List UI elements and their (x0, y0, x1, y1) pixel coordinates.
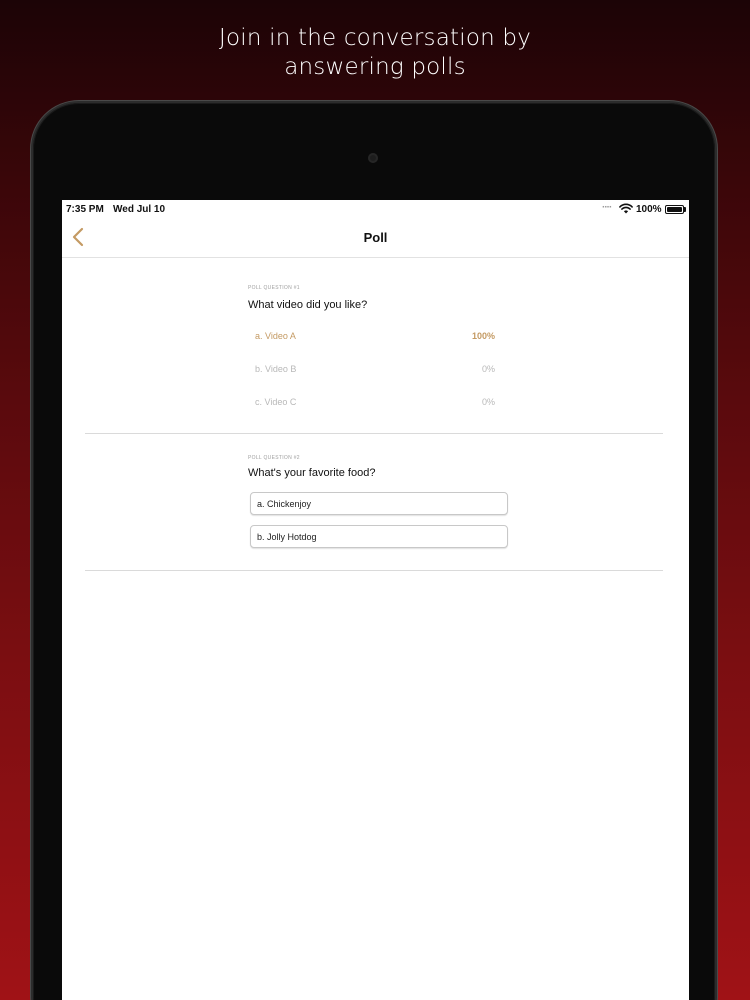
status-time: 7:35 PM (66, 204, 104, 215)
poll-caption: POLL QUESTION #2 (248, 455, 300, 461)
navigation-bar: Poll (62, 218, 689, 258)
battery-icon (665, 205, 684, 214)
camera-icon (368, 153, 378, 163)
poll-option-button[interactable]: b. Jolly Hotdog (250, 525, 508, 548)
poll-result-label: c. Video C (255, 397, 297, 407)
tablet-frame: 7:35 PM Wed Jul 10 ···· 100% Poll POLL Q… (33, 103, 715, 1000)
poll-result-percent: 0% (481, 364, 495, 374)
poll-result-percent: 0% (481, 397, 495, 407)
poll-option-label: b. Jolly Hotdog (257, 532, 317, 542)
poll-card-1: POLL QUESTION #1 What video did you like… (85, 258, 663, 434)
poll-result-percent: 100% (471, 331, 495, 341)
promo-headline-line-2: answering polls (284, 54, 466, 80)
poll-result-row: c. Video C 0% (248, 394, 508, 412)
poll-result-label: a. Video A (255, 331, 296, 341)
poll-result-label: b. Video B (255, 364, 297, 374)
status-date: Wed Jul 10 (113, 204, 166, 215)
status-bar: 7:35 PM Wed Jul 10 ···· 100% (62, 200, 689, 218)
page-title: Poll (363, 230, 388, 245)
poll-result-row: b. Video B 0% (248, 361, 508, 379)
promo-headline: Join in the conversation by answering po… (0, 24, 750, 82)
app-screen: 7:35 PM Wed Jul 10 ···· 100% Poll POLL Q… (62, 200, 689, 1000)
poll-caption: POLL QUESTION #1 (248, 285, 300, 291)
poll-result-row: a. Video A 100% (248, 328, 508, 346)
multitasking-dots-icon: ···· (602, 202, 612, 213)
battery-percent: 100% (636, 204, 662, 215)
poll-option-label: a. Chickenjoy (257, 499, 312, 509)
promo-headline-line-1: Join in the conversation by (218, 25, 532, 51)
poll-question: What's your favorite food? (248, 467, 376, 479)
poll-card-2: POLL QUESTION #2 What's your favorite fo… (85, 434, 663, 571)
poll-option-button[interactable]: a. Chickenjoy (250, 492, 508, 515)
poll-question: What video did you like? (248, 299, 368, 311)
wifi-icon (619, 203, 633, 214)
